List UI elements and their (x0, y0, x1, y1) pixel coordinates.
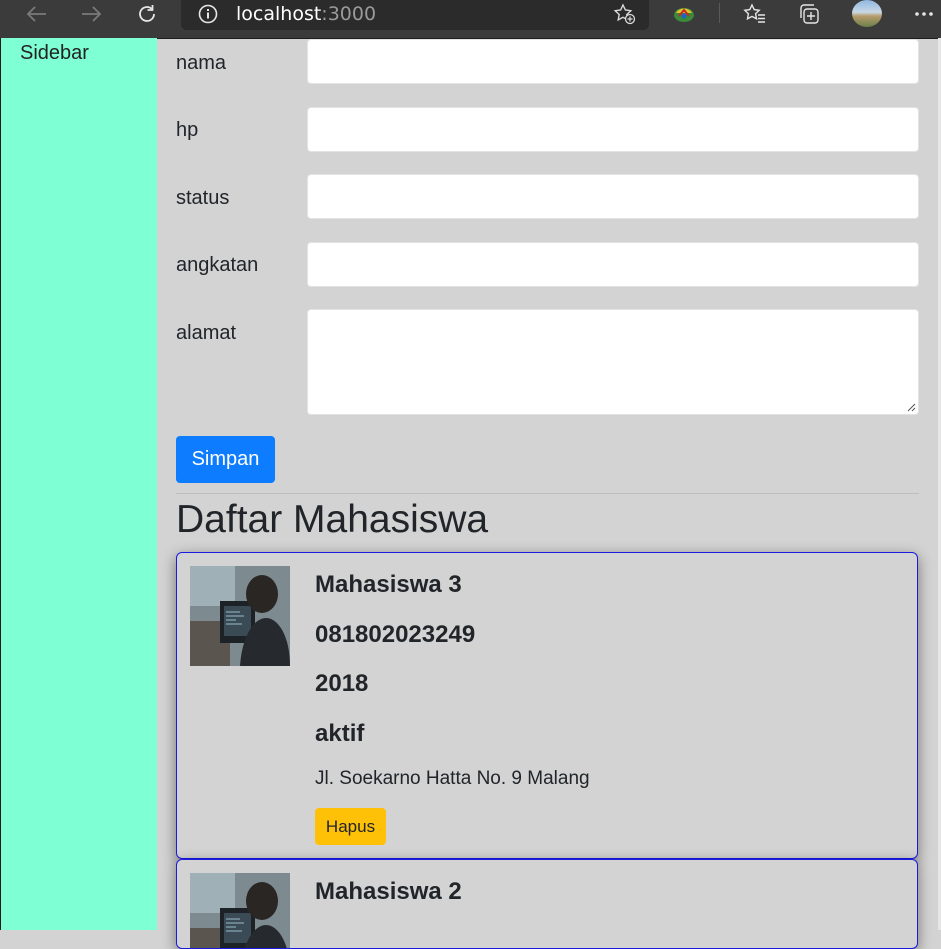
student-photo (190, 566, 290, 666)
forward-icon[interactable] (78, 0, 106, 27)
profile-avatar[interactable] (852, 0, 882, 27)
status-input[interactable] (307, 174, 919, 219)
site-info-icon[interactable] (197, 3, 219, 25)
student-card: Mahasiswa 3 081802023249 2018 aktif Jl. … (176, 552, 918, 859)
angkatan-input[interactable] (307, 242, 919, 287)
card-status: aktif (315, 720, 365, 747)
card-nama: Mahasiswa 2 (315, 878, 462, 905)
back-icon[interactable] (22, 0, 50, 27)
card-nama: Mahasiswa 3 (315, 571, 462, 598)
add-favorite-icon[interactable] (613, 3, 637, 29)
favorites-icon[interactable] (742, 0, 768, 27)
browser-toolbar: localhost:3000 (0, 0, 941, 39)
collections-icon[interactable] (797, 0, 823, 27)
reload-icon[interactable] (133, 0, 161, 27)
student-photo (190, 873, 290, 948)
url-text[interactable]: localhost:3000 (236, 3, 376, 25)
alamat-label: alamat (176, 322, 237, 344)
angkatan-label: angkatan (176, 254, 259, 276)
nama-label: nama (176, 52, 227, 74)
simpan-button[interactable]: Simpan (176, 436, 275, 483)
card-hp: 081802023249 (315, 621, 476, 648)
more-options-icon[interactable] (912, 0, 936, 27)
url-host: localhost (236, 3, 322, 25)
sidebar-title: Sidebar (20, 42, 89, 64)
hp-input[interactable] (307, 107, 919, 152)
card-angkatan: 2018 (315, 670, 369, 697)
list-heading: Daftar Mahasiswa (176, 498, 489, 541)
alamat-textarea[interactable] (307, 309, 919, 415)
address-bar[interactable]: localhost:3000 (181, 0, 649, 30)
hapus-button[interactable]: Hapus (315, 808, 386, 845)
extension-icon[interactable] (671, 0, 697, 27)
card-alamat: Jl. Soekarno Hatta No. 9 Malang (315, 768, 590, 789)
student-card: Mahasiswa 2 (176, 859, 918, 949)
main-content: nama hp status angkatan alamat Simpan Da… (158, 38, 938, 949)
nama-input[interactable] (307, 39, 919, 84)
hp-label: hp (176, 119, 199, 141)
resize-grip-icon[interactable] (906, 402, 916, 412)
divider (176, 493, 919, 494)
sidebar: Sidebar (0, 38, 157, 930)
status-label: status (176, 187, 230, 209)
toolbar-separator (719, 3, 720, 23)
url-port: :3000 (321, 3, 377, 25)
